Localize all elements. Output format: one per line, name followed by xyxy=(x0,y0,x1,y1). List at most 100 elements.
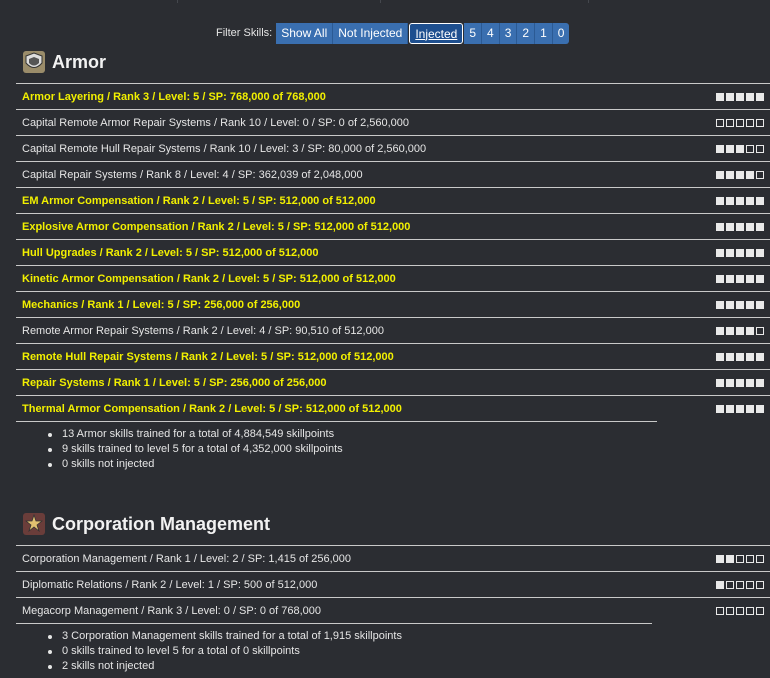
filter-level-3-button[interactable]: 3 xyxy=(499,22,518,44)
level-pip xyxy=(726,606,734,615)
level-pip xyxy=(726,404,734,413)
skill-row: Explosive Armor Compensation / Rank 2 / … xyxy=(16,213,770,239)
skill-level-indicator xyxy=(716,92,764,101)
summary-item: 2 skills not injected xyxy=(48,659,402,674)
summary-item: 0 skills trained to level 5 for a total … xyxy=(48,644,402,659)
skill-row: Thermal Armor Compensation / Rank 2 / Le… xyxy=(16,395,770,421)
summary-item: 9 skills trained to level 5 for a total … xyxy=(48,442,343,457)
level-pip xyxy=(726,274,734,283)
skill-level-indicator xyxy=(716,222,764,231)
level-pip xyxy=(756,118,764,127)
level-pip xyxy=(736,118,744,127)
level-pip xyxy=(746,144,754,153)
level-pip xyxy=(746,274,754,283)
level-pip xyxy=(756,326,764,335)
level-pip xyxy=(716,580,724,589)
level-pip xyxy=(726,196,734,205)
skill-name: Repair Systems / Rank 1 / Level: 5 / SP:… xyxy=(22,376,327,389)
skill-level-indicator xyxy=(716,326,764,335)
skill-name: Explosive Armor Compensation / Rank 2 / … xyxy=(22,220,411,233)
filter-not-injected-button[interactable]: Not Injected xyxy=(333,22,409,44)
level-pip xyxy=(756,300,764,309)
filter-level-5-button[interactable]: 5 xyxy=(464,22,483,44)
skill-row: Remote Hull Repair Systems / Rank 2 / Le… xyxy=(16,343,770,369)
skill-name: Remote Armor Repair Systems / Rank 2 / L… xyxy=(22,324,384,337)
skill-row: Remote Armor Repair Systems / Rank 2 / L… xyxy=(16,317,770,343)
skill-name: Capital Remote Hull Repair Systems / Ran… xyxy=(22,142,427,155)
filter-level-1-button[interactable]: 1 xyxy=(535,22,553,44)
level-pip xyxy=(746,92,754,101)
level-pip xyxy=(756,554,764,563)
filter-injected-button[interactable]: Injected xyxy=(409,22,464,44)
level-pip xyxy=(716,92,724,101)
armor-plate-icon xyxy=(23,51,45,73)
level-pip xyxy=(736,378,744,387)
filter-level-0-button[interactable]: 0 xyxy=(552,22,570,44)
level-pip xyxy=(726,118,734,127)
level-pip xyxy=(736,144,744,153)
level-pip xyxy=(716,248,724,257)
skill-name: Capital Repair Systems / Rank 8 / Level:… xyxy=(22,168,363,181)
skill-name: Hull Upgrades / Rank 2 / Level: 5 / SP: … xyxy=(22,246,319,259)
corp-section-header: Corporation Management xyxy=(22,512,270,536)
level-pip xyxy=(716,378,724,387)
level-pip xyxy=(736,92,744,101)
level-pip xyxy=(716,554,724,563)
corporation-star-icon xyxy=(23,513,45,535)
level-pip xyxy=(746,580,754,589)
filter-level-2-button[interactable]: 2 xyxy=(517,22,536,44)
level-pip xyxy=(716,274,724,283)
level-pip xyxy=(746,248,754,257)
skill-name: Kinetic Armor Compensation / Rank 2 / Le… xyxy=(22,272,396,285)
level-pip xyxy=(736,326,744,335)
skill-row: Corporation Management / Rank 1 / Level:… xyxy=(16,545,770,571)
level-pip xyxy=(746,300,754,309)
level-pip xyxy=(716,222,724,231)
level-pip xyxy=(756,274,764,283)
level-pip xyxy=(726,222,734,231)
filter-level-4-button[interactable]: 4 xyxy=(482,22,500,44)
skill-level-indicator xyxy=(716,378,764,387)
skill-level-indicator xyxy=(716,118,764,127)
skill-row: Armor Layering / Rank 3 / Level: 5 / SP:… xyxy=(16,83,770,109)
level-pip xyxy=(746,554,754,563)
level-pip xyxy=(736,580,744,589)
skill-name: EM Armor Compensation / Rank 2 / Level: … xyxy=(22,194,376,207)
level-pip xyxy=(756,222,764,231)
level-pip xyxy=(746,352,754,361)
level-pip xyxy=(756,378,764,387)
skill-level-indicator xyxy=(716,352,764,361)
level-pip xyxy=(716,606,724,615)
filter-show-all-button[interactable]: Show All xyxy=(276,22,334,44)
skill-row: Repair Systems / Rank 1 / Level: 5 / SP:… xyxy=(16,369,770,395)
level-pip xyxy=(746,378,754,387)
skill-row: Capital Repair Systems / Rank 8 / Level:… xyxy=(16,161,770,187)
level-pip xyxy=(716,352,724,361)
level-pip xyxy=(756,92,764,101)
level-pip xyxy=(716,170,724,179)
skill-row: Diplomatic Relations / Rank 2 / Level: 1… xyxy=(16,571,770,597)
level-pip xyxy=(716,196,724,205)
level-pip xyxy=(736,196,744,205)
level-pip xyxy=(756,144,764,153)
skill-level-indicator xyxy=(716,554,764,563)
skill-row: Kinetic Armor Compensation / Rank 2 / Le… xyxy=(16,265,770,291)
level-pip xyxy=(726,92,734,101)
skill-row: Hull Upgrades / Rank 2 / Level: 5 / SP: … xyxy=(16,239,770,265)
level-pip xyxy=(716,404,724,413)
level-pip xyxy=(746,118,754,127)
level-pip xyxy=(756,580,764,589)
skill-level-indicator xyxy=(716,300,764,309)
skill-name: Mechanics / Rank 1 / Level: 5 / SP: 256,… xyxy=(22,298,301,311)
level-pip xyxy=(736,274,744,283)
level-pip xyxy=(716,144,724,153)
level-pip xyxy=(726,352,734,361)
armor-skill-table: Armor Layering / Rank 3 / Level: 5 / SP:… xyxy=(16,83,770,422)
corp-skill-table: Corporation Management / Rank 1 / Level:… xyxy=(16,545,770,624)
level-pip xyxy=(746,196,754,205)
level-pip xyxy=(726,248,734,257)
skill-level-indicator xyxy=(716,606,764,615)
level-pip xyxy=(726,554,734,563)
skill-name: Thermal Armor Compensation / Rank 2 / Le… xyxy=(22,402,402,415)
level-pip xyxy=(726,378,734,387)
